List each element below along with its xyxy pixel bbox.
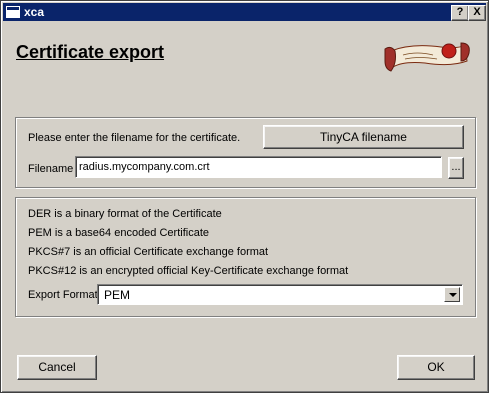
format-info-pkcs7: PKCS#7 is an official Certificate exchan… — [28, 246, 269, 258]
filename-label: Filename — [28, 163, 74, 175]
title-bar[interactable]: xca ? X — [3, 3, 486, 21]
dialog-window: xca ? X Certificate export Please enter … — [0, 0, 489, 393]
filename-input[interactable] — [75, 156, 442, 178]
ok-button[interactable]: OK — [397, 355, 475, 380]
export-format-value: PEM — [104, 288, 131, 302]
chevron-down-icon[interactable] — [444, 287, 460, 302]
window-title: xca — [24, 5, 45, 19]
export-format-label: Export Format — [28, 289, 98, 301]
cancel-button[interactable]: Cancel — [17, 355, 97, 380]
help-icon[interactable]: ? — [451, 5, 469, 21]
tinyca-filename-button[interactable]: TinyCA filename — [263, 125, 464, 149]
filename-prompt: Please enter the filename for the certif… — [28, 132, 241, 144]
close-icon[interactable]: X — [468, 5, 486, 21]
page-title: Certificate export — [16, 42, 165, 62]
format-info-pkcs12: PKCS#12 is an encrypted official Key-Cer… — [28, 265, 349, 277]
browse-button[interactable]: ... — [448, 157, 464, 179]
scroll-logo-icon — [381, 37, 473, 77]
header-area: Certificate export — [3, 21, 486, 93]
window-icon — [6, 6, 20, 18]
format-info-pem: PEM is a base64 encoded Certificate — [28, 227, 209, 239]
export-format-select[interactable]: PEM — [97, 284, 463, 305]
format-info-der: DER is a binary format of the Certificat… — [28, 208, 222, 220]
